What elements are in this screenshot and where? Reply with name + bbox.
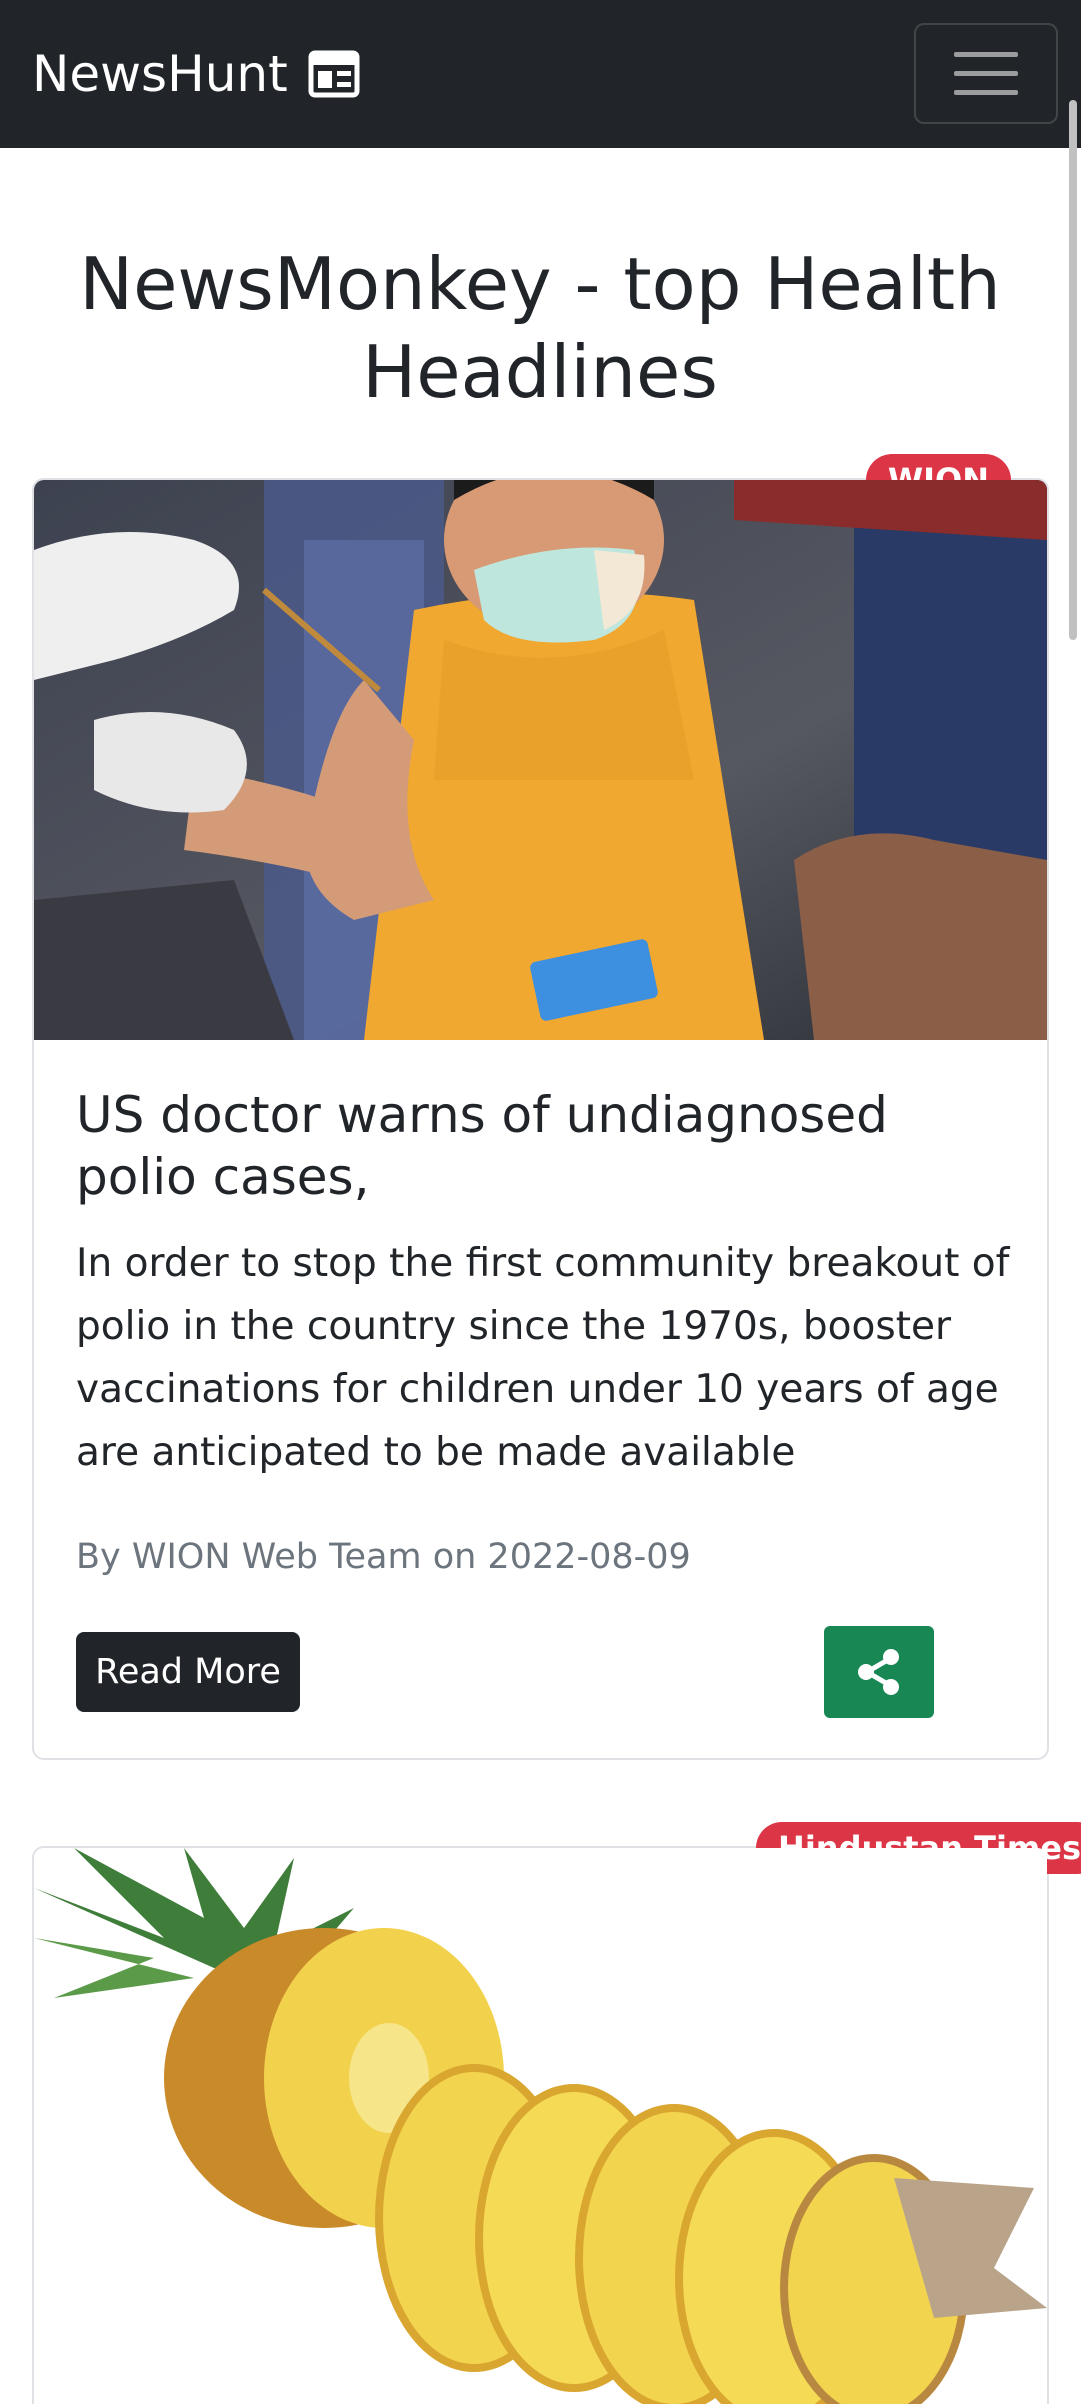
news-card: Hindustan Times <box>32 1822 1081 2404</box>
brand-link[interactable]: NewsHunt <box>32 44 360 104</box>
share-icon <box>858 1649 899 1695</box>
article-image <box>34 480 1047 1040</box>
navbar-toggler-button[interactable] <box>914 23 1058 124</box>
hamburger-menu-icon <box>954 52 1018 57</box>
newspaper-icon <box>308 50 360 98</box>
share-button[interactable] <box>824 1626 934 1718</box>
article-title: US doctor warns of undiagnosed polio cas… <box>76 1086 888 1206</box>
news-card: WION <box>32 454 1049 1760</box>
child-receiving-vaccine-photo <box>34 480 1047 1040</box>
article-description: In order to stop the first community bre… <box>76 1241 1010 1475</box>
sliced-pineapple-photo <box>34 1848 1047 2404</box>
article-image <box>34 1848 1047 2404</box>
page-title: NewsMonkey - top Health Headlines <box>79 242 1001 414</box>
article-byline: By WION Web Team on 2022-08-09 <box>76 1537 691 1577</box>
navbar: NewsHunt <box>0 0 1081 148</box>
read-more-button[interactable]: Read More <box>76 1632 300 1712</box>
scrollbar[interactable] <box>1069 100 1077 640</box>
brand-name: NewsHunt <box>32 45 288 103</box>
